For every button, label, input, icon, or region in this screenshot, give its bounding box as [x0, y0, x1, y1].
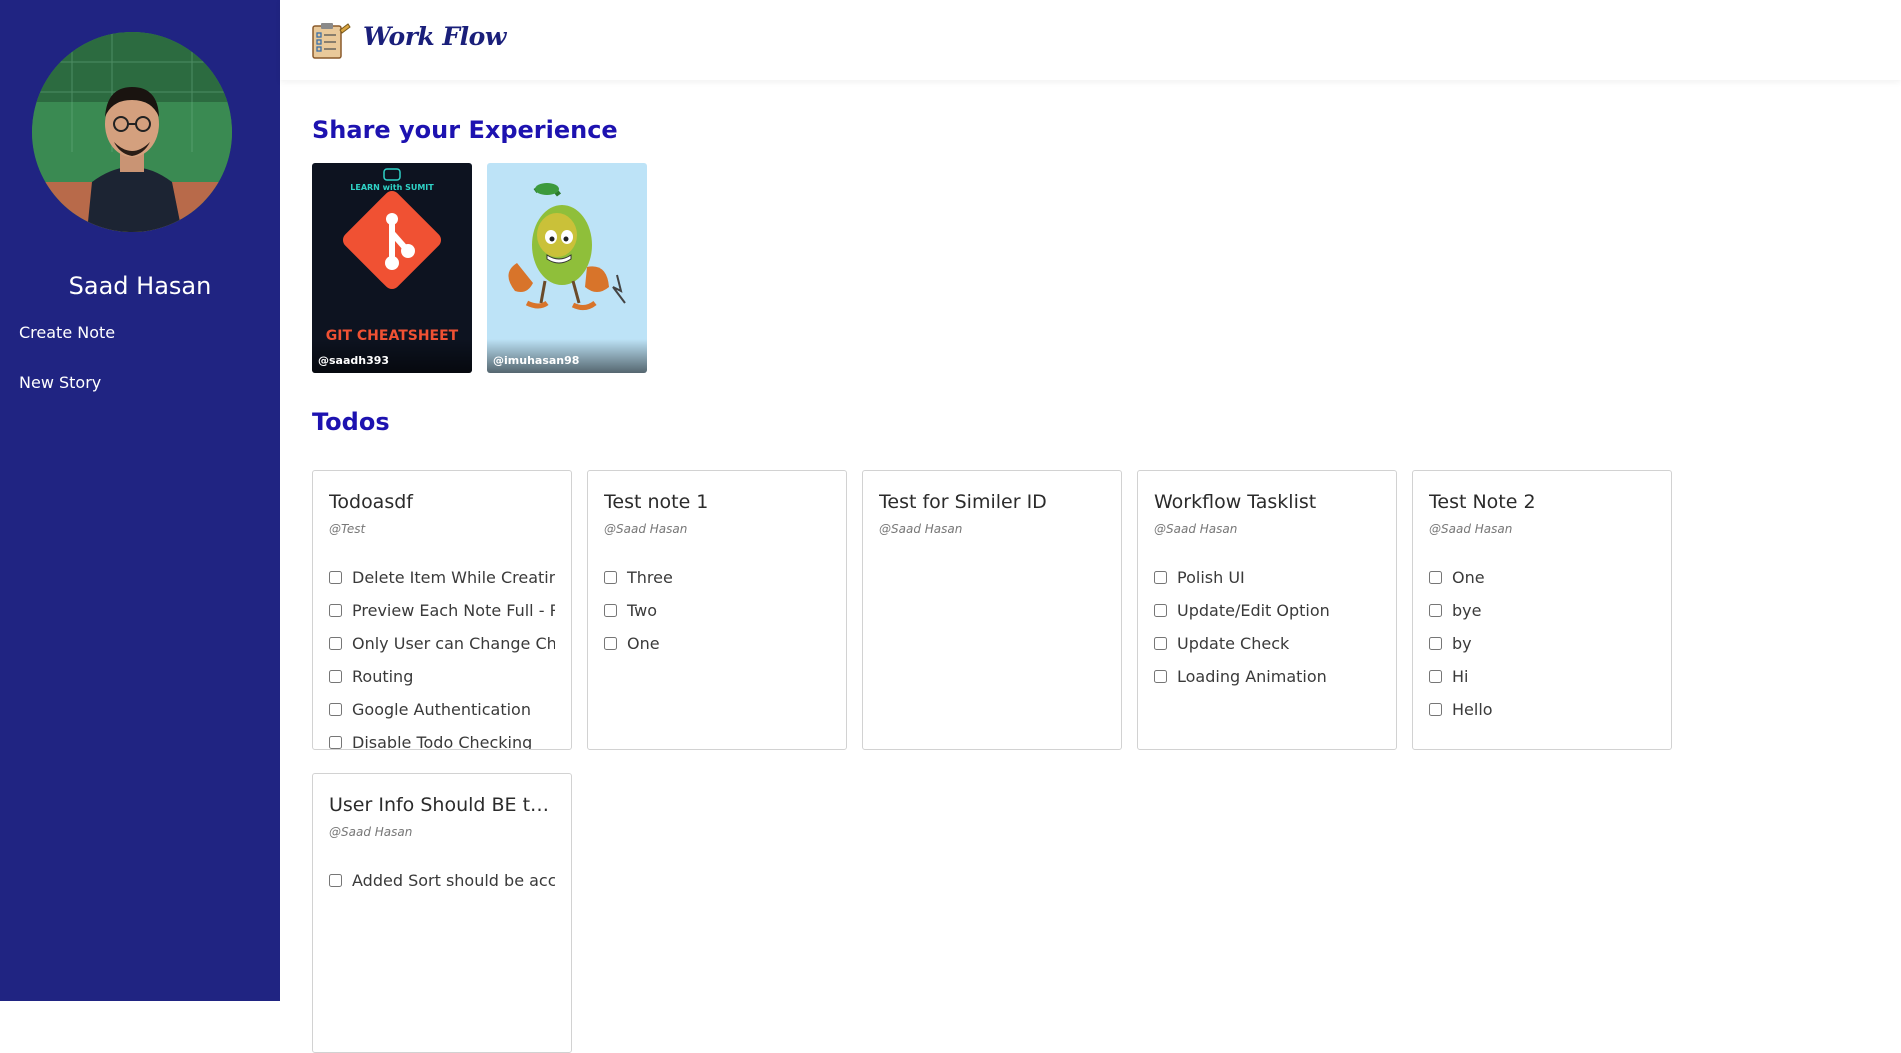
todo-item[interactable]: One	[1429, 561, 1655, 594]
todo-checkbox[interactable]	[329, 604, 342, 617]
top-bar: Work Flow	[280, 0, 1901, 80]
todo-checkbox[interactable]	[1429, 637, 1442, 650]
todo-checkbox[interactable]	[329, 874, 342, 887]
todo-item[interactable]: One	[604, 627, 830, 660]
avatar[interactable]	[32, 32, 232, 232]
todo-label: Delete Item While Creating	[352, 568, 555, 587]
story-author: @imuhasan98	[493, 354, 580, 367]
note-author: @Saad Hasan	[879, 522, 963, 536]
note-title[interactable]: Test Note 2	[1429, 491, 1659, 513]
todo-item[interactable]: Added Sort should be according	[329, 864, 555, 897]
note-card[interactable]: Test note 1 @Saad Hasan Three Two One	[587, 470, 847, 750]
todo-item[interactable]: Two	[604, 594, 830, 627]
note-title[interactable]: Todoasdf	[329, 491, 559, 513]
clipboard-checklist-icon[interactable]	[310, 22, 352, 60]
todo-checkbox[interactable]	[1429, 604, 1442, 617]
todo-list: Added Sort should be according	[329, 864, 555, 897]
stories-heading: Share your Experience	[312, 116, 618, 144]
brand-name[interactable]: Work Flow	[363, 22, 506, 51]
note-title[interactable]: Test note 1	[604, 491, 834, 513]
todo-item[interactable]: Delete Item While Creating	[329, 561, 555, 594]
todo-item[interactable]: Hi	[1429, 660, 1655, 693]
todo-label: One	[627, 634, 660, 653]
todo-checkbox[interactable]	[1154, 670, 1167, 683]
todo-list: Three Two One	[604, 561, 830, 660]
todo-checkbox[interactable]	[1429, 571, 1442, 584]
todo-list: Delete Item While Creating Preview Each N…	[329, 561, 555, 750]
note-title[interactable]: Test for Similer ID	[879, 491, 1109, 513]
todo-item[interactable]: Loading Animation	[1154, 660, 1380, 693]
todo-checkbox[interactable]	[329, 703, 342, 716]
todo-label: Only User can Change Checkbox	[352, 634, 555, 653]
note-card[interactable]: Workflow Tasklist @Saad Hasan Polish UI Upd…	[1137, 470, 1397, 750]
todo-item[interactable]: Routing	[329, 660, 555, 693]
todo-label: Hello	[1452, 700, 1493, 719]
todo-checkbox[interactable]	[1154, 637, 1167, 650]
note-author: @Saad Hasan	[604, 522, 688, 536]
todo-checkbox[interactable]	[329, 670, 342, 683]
todo-label: Update Check	[1177, 634, 1290, 653]
todo-checkbox[interactable]	[604, 571, 617, 584]
todo-label: Google Authentication	[352, 700, 531, 719]
todo-label: Two	[627, 601, 657, 620]
todo-label: Hi	[1452, 667, 1469, 686]
todo-item[interactable]: Only User can Change Checkbox	[329, 627, 555, 660]
todo-checkbox[interactable]	[1154, 604, 1167, 617]
todo-checkbox[interactable]	[604, 637, 617, 650]
new-story-link[interactable]: New Story	[19, 373, 101, 392]
todo-label: by	[1452, 634, 1472, 653]
create-note-link[interactable]: Create Note	[19, 323, 115, 342]
todo-item[interactable]: Disable Todo Checking	[329, 726, 555, 750]
note-author: @Saad Hasan	[329, 825, 413, 839]
todo-checkbox[interactable]	[1429, 670, 1442, 683]
todo-label: Routing	[352, 667, 414, 686]
todo-list: One bye by Hi Hello	[1429, 561, 1655, 726]
todo-label: Three	[627, 568, 673, 587]
note-card[interactable]: Test Note 2 @Saad Hasan One bye by Hi Hello	[1412, 470, 1672, 750]
note-author: @Saad Hasan	[1429, 522, 1513, 536]
note-author: @Test	[329, 522, 366, 536]
todo-item[interactable]: bye	[1429, 594, 1655, 627]
todo-item[interactable]: Three	[604, 561, 830, 594]
todo-checkbox[interactable]	[604, 604, 617, 617]
story-author: @saadh393	[318, 354, 390, 367]
todo-item[interactable]: Update/Edit Option	[1154, 594, 1380, 627]
todo-checkbox[interactable]	[329, 637, 342, 650]
profile-name: Saad Hasan	[68, 272, 212, 300]
todo-label: Added Sort should be according	[352, 871, 555, 890]
todo-item[interactable]: Hello	[1429, 693, 1655, 726]
story-card[interactable]: LEARN with SUMIT GIT CHEATSHEET @saadh39…	[312, 163, 472, 373]
note-card[interactable]: Test for Similer ID @Saad Hasan	[862, 470, 1122, 750]
todo-checkbox[interactable]	[329, 736, 342, 749]
note-title[interactable]: Workflow Tasklist	[1154, 491, 1384, 513]
note-card[interactable]: User Info Should BE th... @Saad Hasan Adde…	[312, 773, 572, 1053]
todo-list: Polish UI Update/Edit Option Update Check L…	[1154, 561, 1380, 693]
todo-item[interactable]: by	[1429, 627, 1655, 660]
todo-checkbox[interactable]	[1429, 703, 1442, 716]
todo-item[interactable]: Update Check	[1154, 627, 1380, 660]
todo-label: Polish UI	[1177, 568, 1245, 587]
note-title[interactable]: User Info Should BE th...	[329, 794, 559, 816]
todo-checkbox[interactable]	[1154, 571, 1167, 584]
todo-item[interactable]: Google Authentication	[329, 693, 555, 726]
profile-photo	[32, 32, 232, 232]
todo-label: One	[1452, 568, 1485, 587]
todo-label: Update/Edit Option	[1177, 601, 1330, 620]
sidebar: Saad Hasan Create Note New Story	[0, 0, 280, 1001]
todo-item[interactable]: Preview Each Note Full - Read	[329, 594, 555, 627]
note-author: @Saad Hasan	[1154, 522, 1238, 536]
todo-label: bye	[1452, 601, 1482, 620]
todos-heading: Todos	[312, 408, 390, 436]
todo-item[interactable]: Polish UI	[1154, 561, 1380, 594]
todo-label: Loading Animation	[1177, 667, 1327, 686]
todo-checkbox[interactable]	[329, 571, 342, 584]
story-badge: LEARN with SUMIT	[350, 183, 434, 192]
todo-label: Preview Each Note Full - Read	[352, 601, 555, 620]
note-card[interactable]: Todoasdf @Test Delete Item While Creating P…	[312, 470, 572, 750]
todo-label: Disable Todo Checking	[352, 733, 533, 750]
story-card[interactable]: @imuhasan98	[487, 163, 647, 373]
